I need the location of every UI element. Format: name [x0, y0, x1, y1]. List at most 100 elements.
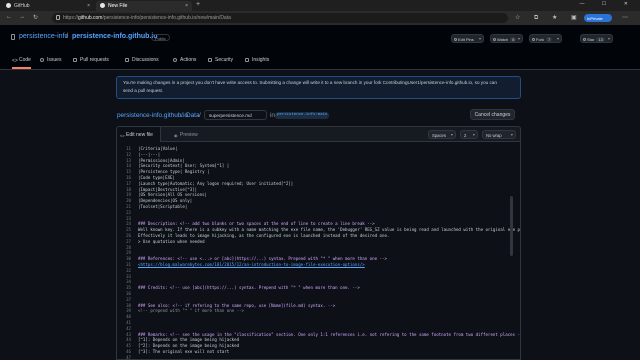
close-tab-icon[interactable]: × [87, 3, 90, 9]
new-tab-button[interactable]: + [196, 1, 200, 8]
inprivate-badge[interactable]: InPrivate [584, 14, 612, 22]
editor-scrollbar[interactable] [510, 196, 513, 256]
line-number: 32 [126, 267, 131, 273]
line-number: 11 [126, 146, 131, 151]
indent-size-select[interactable]: 2 ▾ [460, 130, 478, 139]
fork-button[interactable]: Fork 7 ▾ [529, 34, 562, 43]
tab-actions[interactable]: Actions [173, 55, 196, 69]
play-icon [173, 58, 177, 62]
line-text: |Code type|EXE| [138, 175, 175, 180]
chevron-down-icon: ▾ [472, 132, 475, 137]
tab-insights[interactable]: Insights [245, 55, 269, 69]
browser-tab-github[interactable]: GitHub × [2, 1, 94, 11]
line-number: 38 [126, 302, 131, 308]
line-number: 30 [126, 256, 131, 262]
browser-tab-new-file[interactable]: New File × [96, 1, 192, 11]
tab-label: Code [19, 57, 31, 63]
browser-tab-title: GitHub [14, 3, 30, 9]
indent-mode-select[interactable]: Spaces ▾ [428, 130, 456, 139]
line-number: 14 [126, 163, 131, 169]
line-text: ### See also: <!-- if refering to the sa… [138, 302, 336, 308]
tab-label: Security [215, 57, 234, 63]
breadcrumb-folder[interactable]: Data [186, 112, 200, 119]
cancel-changes-button[interactable]: Cancel changes [470, 109, 515, 120]
refresh-icon[interactable]: ↻ [33, 14, 38, 21]
fork-icon [532, 38, 535, 41]
line-number: 20 [126, 198, 131, 204]
github-logo-icon [100, 3, 105, 8]
wrap-mode-select[interactable]: No wrap ▾ [482, 130, 516, 139]
chevron-down-icon: ▾ [510, 132, 513, 137]
line-text: [^1]: Depends on the image being hijacke… [138, 337, 240, 343]
graph-icon [245, 58, 249, 62]
close-tab-icon[interactable]: × [185, 3, 188, 9]
tab-edit-file[interactable]: <> Edit new file [117, 127, 161, 142]
browser-toolbar-icons[interactable]: ☆ ⧉ ★ ▣ [515, 14, 583, 22]
star-label: Star [587, 37, 595, 42]
tab-label: Issues [47, 57, 62, 63]
line-text: |Impact|Destructive[^3]| [138, 186, 198, 192]
star-button[interactable]: Star 13 ▾ [580, 34, 613, 43]
line-number: 22 [126, 209, 131, 215]
tab-preview[interactable]: ◉ Preview [171, 127, 198, 142]
file-name-input[interactable]: superpersistence.md [204, 110, 267, 120]
tab-security[interactable]: Security [208, 55, 233, 69]
line-number: 33 [126, 273, 131, 279]
line-number: 17 [126, 180, 131, 186]
eye-icon [493, 38, 496, 41]
line-text: |Launch type|Automatic; Any logon requir… [138, 180, 294, 186]
back-icon[interactable]: ← [6, 14, 12, 20]
wrap-mode-value: No wrap [486, 133, 502, 138]
address-bar[interactable]: https://github.com/persistence-info/pers… [52, 13, 508, 23]
line-number: 29 [126, 250, 131, 256]
line-number: 24 [126, 221, 131, 227]
edit-pins-button[interactable]: Edit Pins ▾ [451, 34, 484, 43]
line-text: |Criteria|Value| [138, 146, 178, 151]
fork-notice-line-1: You're making changes in a project you d… [123, 80, 497, 85]
window-controls[interactable]: — ☐ ✕ [580, 1, 636, 7]
chevron-down-icon: ▾ [607, 36, 610, 41]
editor-toolbar: <> Edit new file ◉ Preview Spaces ▾ 2 ▾ … [117, 127, 520, 142]
tab-discussions[interactable]: Discussions [125, 55, 159, 69]
line-number: 15 [126, 169, 131, 175]
fork-label: Fork [536, 37, 544, 42]
visibility-badge: Public [151, 34, 170, 41]
line-number: 43 [126, 331, 131, 337]
line-text: |---|---| [138, 151, 161, 157]
url-path: /persistence-info/persistence-info.githu… [102, 15, 231, 21]
line-number: 34 [126, 279, 131, 285]
line-text: |Security context| User; System[^1] | [138, 163, 230, 169]
code-line[interactable]: 47 [117, 355, 520, 359]
line-number: 39 [126, 308, 131, 314]
line-number: 12 [126, 151, 131, 157]
line-text: [^3]: The original exe will not start [138, 349, 230, 354]
line-text: |OS Version|All OS versions| [138, 192, 208, 198]
shield-icon [208, 58, 212, 62]
repo-owner-link[interactable]: persistence-info [19, 33, 68, 40]
star-icon [583, 38, 586, 41]
line-number: 16 [126, 175, 131, 180]
watch-button[interactable]: Watch 6 ▾ [490, 34, 523, 43]
tab-code[interactable]: <>Code [12, 55, 31, 69]
line-text: Effectively it leads to image hijacking,… [138, 233, 390, 238]
forward-icon[interactable]: → [19, 14, 25, 20]
code-icon: <> [12, 58, 18, 64]
line-text: [^2]: Depends on the image being hijacke… [138, 343, 240, 349]
breadcrumb-repo[interactable]: persistence-info.github.io [117, 112, 188, 119]
line-text: ### References: <!-- use <...> or [abc](… [138, 256, 387, 262]
repo-header: persistence-info / persistence-info.gith… [0, 25, 640, 70]
github-logo-icon [6, 3, 11, 8]
watch-count: 6 [510, 37, 517, 42]
issue-icon [40, 58, 44, 62]
lock-icon [56, 15, 60, 20]
tab-label: Discussions [132, 57, 159, 63]
browser-menu-icon[interactable]: ⋯ [622, 14, 628, 21]
repo-name-link[interactable]: persistence-info.github.io [72, 33, 158, 40]
line-number: 36 [126, 291, 131, 296]
code-area[interactable]: 11 |Criteria|Value| 12 |---|---| 13 |Permissi… [117, 143, 520, 359]
line-text: |Permissions|Admin| [138, 157, 185, 163]
tab-issues[interactable]: Issues [40, 55, 61, 69]
tab-pull-requests[interactable]: Pull requests [73, 55, 109, 69]
url-scheme: https:// [63, 15, 79, 21]
line-number: 46 [126, 349, 131, 354]
